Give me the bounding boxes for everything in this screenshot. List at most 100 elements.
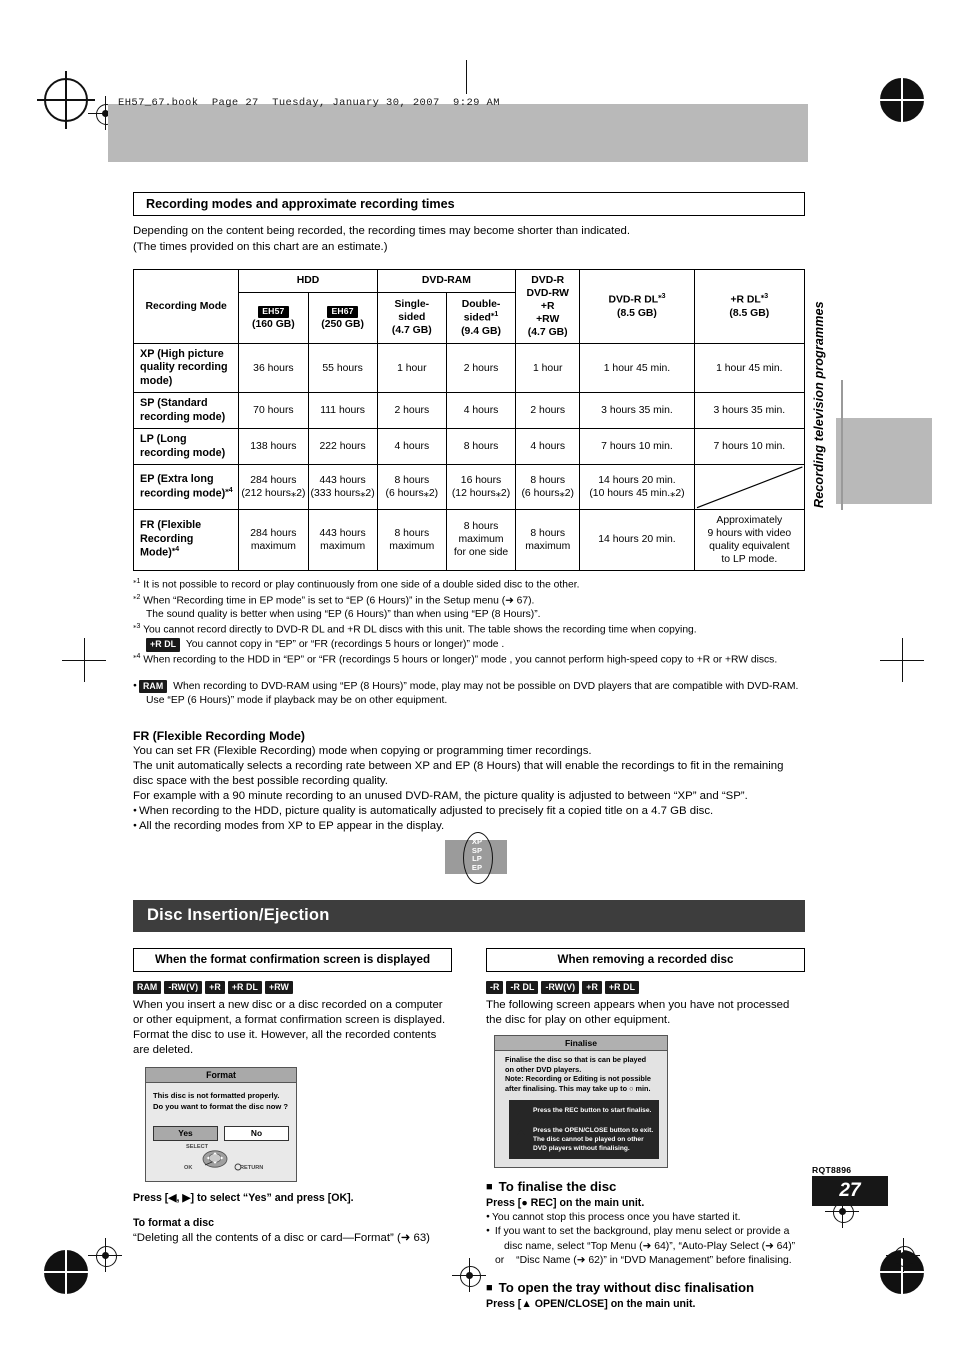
disc-tag-ram: RAM [138,680,168,694]
cell: 8 hours maximum [376,508,447,571]
right-column: When removing a recorded disc -R -R DL -RW… [486,948,805,1311]
cell: 222 hours [307,428,378,466]
disc-tag-ram: RAM [133,981,162,995]
rec-button-icon [514,1107,527,1120]
cell: 16 hours (12 hours⁎2) [445,464,517,510]
cell-diagonal-strike [693,464,806,510]
header-dvd-r-family: DVD-R DVD-RW +R +RW (4.7 GB) [515,268,581,344]
ok-label: OK [184,1164,193,1171]
cell: 8 hours (6 hours⁎2) [376,464,447,510]
disc-tag-plus-rw: +RW [264,981,293,995]
side-tab-block [836,418,932,504]
footnote-3: ⁎3 You cannot record directly to DVD-R D… [133,623,697,636]
finalise-rec-text: Press the REC button to start finalise. [533,1106,652,1114]
disc-tag-rw-v: -RW(V) [164,981,203,995]
side-chapter-title: Recording television programmes [812,301,826,508]
footnotes-block: ⁎1 It is not possible to record or play … [133,577,805,668]
header-gray-band [108,104,808,162]
disc-tag-plus-r-dl: +R DL [227,981,262,995]
cell: 1 hour 45 min. [579,342,695,394]
table-row-sp: SP (Standard recording mode) 70 hours 11… [132,392,806,430]
right-column-title: When removing a recorded disc [486,948,805,972]
ram-note-line-1: RAM When recording to DVD-RAM using “EP … [133,680,805,694]
highlight-oval [463,832,493,885]
fr-bullet-1: When recording to the HDD, picture quali… [133,804,805,819]
finalise-dialog: Finalise Finalise the disc so that is ca… [494,1035,668,1169]
cell: 36 hours [238,342,309,394]
rqt-code: RQT8896 [812,1165,852,1175]
cell: 284 hours maximum [238,508,309,571]
cell: 3 hours 35 min. [693,392,806,430]
right-press-open-close: Press [▲ OPEN/CLOSE] on the main unit. [486,1297,696,1310]
format-dialog-title: Format [146,1068,296,1084]
cell: 2 hours [376,392,447,430]
format-dialog: Format This disc is not formatted proper… [145,1067,297,1182]
recording-times-table: Recording Mode HDD DVD-RAM DVD-R DVD-RW … [132,268,806,571]
page-number: 27 [812,1176,888,1206]
cell: 1 hour [515,342,581,394]
disc-tag-plus-r-dl: +R DL [604,981,640,995]
cell: 2 hours [515,392,581,430]
cell: 1 hour 45 min. [693,342,806,394]
row-label-sp: SP (Standard recording mode) [132,392,240,430]
cell: 3 hours 35 min. [579,392,695,430]
row-label-lp: LP (Long recording mode) [132,428,240,466]
navigation-pad-graphic: SELECT OK RETURN [146,1143,296,1177]
side-rule [841,380,843,510]
model-badge-eh57: EH57 [258,305,289,318]
header-group-dvdram: DVD-RAM [376,268,517,293]
cell: 14 hours 20 min. [579,508,695,571]
cell: 443 hours maximum [307,508,378,571]
cell: 8 hours (6 hours⁎2) [515,464,581,510]
cell: 1 hour [376,342,447,394]
disc-tag-minus-r-dl: -R DL [506,981,539,995]
fr-line-3: For example with a 90 minute recording t… [133,790,748,802]
fr-line-1: You can set FR (Flexible Recording) mode… [133,744,592,757]
crop-tick-right-upper-v [902,638,903,682]
model-badge-eh67: EH67 [327,305,358,318]
finalise-rec-row: Press the REC button to start finalise. [514,1106,654,1120]
footnote-3-cont: +R DL You cannot copy in “EP” or “FR (re… [133,638,805,652]
disc-tag-rw-v: -RW(V) [541,981,580,995]
header-eh57: EH57 (160 GB) [238,291,309,344]
finalise-eject-text: Press the OPEN/CLOSE button to exit. The… [533,1126,654,1153]
fr-line-2: The unit automatically selects a recordi… [133,759,784,787]
left-column-title: When the format confirmation screen is d… [133,948,452,972]
table-row-ep: EP (Extra long recording mode)⁎4 284 hou… [132,464,806,510]
header-group-hdd: HDD [238,268,378,293]
section-title-recording-modes: Recording modes and approximate recordin… [133,192,805,217]
table-row-fr: FR (Flexible Recording Mode)⁎4 284 hours… [132,508,806,571]
return-button-icon [234,1163,242,1171]
document-page: EH57_67.book Page 27 Tuesday, January 30… [0,0,954,1351]
table-row-lp: LP (Long recording mode) 138 hours 222 h… [132,428,806,466]
direction-pad-icon [202,1150,228,1168]
left-subheading: To format a disc [133,1216,215,1229]
cell: 14 hours 20 min. (10 hours 45 min.⁎2) [579,464,695,510]
right-column-body: The following screen appears when you ha… [486,998,790,1026]
header-dvd-r-dl: DVD-R DL⁎3 (8.5 GB) [579,268,695,344]
disc-tag-plus-r-dl: +R DL [146,638,181,652]
right-heading-finalise: To finalise the disc [486,1179,805,1194]
header-single-sided: Single- sided (4.7 GB) [376,291,447,344]
finalise-dialog-title: Finalise [495,1036,667,1052]
two-column-layout: When the format confirmation screen is d… [133,948,805,1311]
footnote-4: ⁎4 When recording to the HDD in “EP” or … [133,653,778,666]
row-label-fr: FR (Flexible Recording Mode)⁎4 [132,508,240,571]
yes-button[interactable]: Yes [153,1125,218,1141]
no-button[interactable]: No [224,1125,289,1141]
right-bullet-2: If you want to set the background, play … [486,1225,805,1268]
crop-tick-left-upper-v [84,638,85,682]
format-dialog-buttons: Yes No [146,1112,296,1143]
cell: 4 hours [515,428,581,466]
registration-mark-top-right [873,71,931,129]
cell: 4 hours [445,392,517,430]
front-display-graphic: XP SP LP EP [133,832,805,900]
cell: 7 hours 10 min. [693,428,806,466]
cell: 70 hours [238,392,309,430]
registration-mark-bottom-left [37,1243,95,1301]
disc-tag-plus-r: +R [582,981,602,995]
crop-mark-right-mid [886,1238,920,1272]
disc-tag-plus-r: +R [205,981,225,995]
intro-line-1: Depending on the content being recorded,… [133,225,631,238]
intro-line-2: (The times provided on this chart are an… [133,240,388,253]
